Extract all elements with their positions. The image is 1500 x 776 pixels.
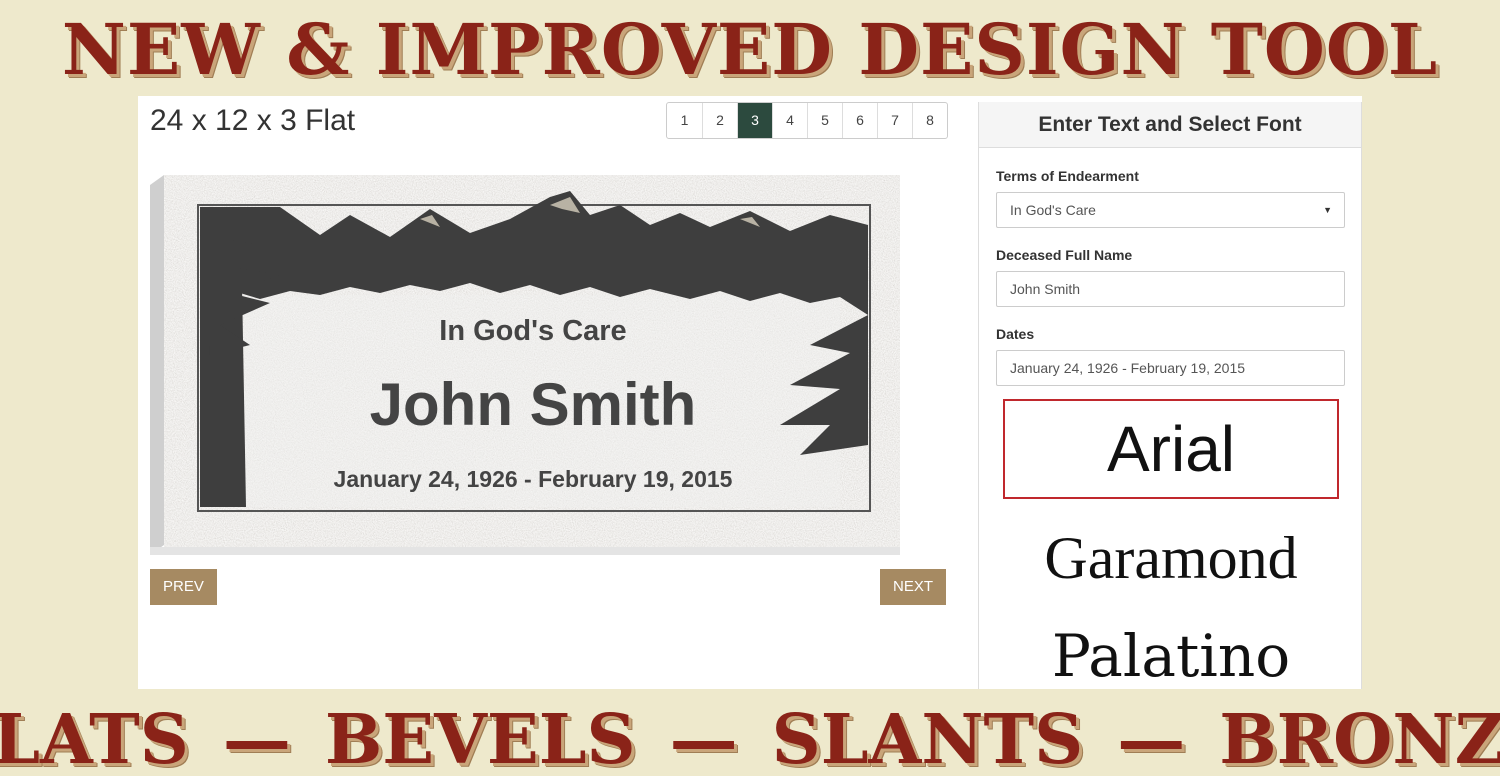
prev-button[interactable]: PREV — [150, 569, 217, 605]
category-divider: — — [222, 700, 291, 776]
text-font-panel: Enter Text and Select Font Terms of Ende… — [978, 102, 1362, 689]
stone-line-1: In God's Care — [439, 315, 626, 347]
font-option-arial[interactable]: Arial — [1003, 399, 1339, 499]
name-input[interactable]: John Smith — [996, 271, 1345, 307]
category-bevels: BEVELS — [324, 700, 636, 776]
terms-select[interactable]: In God's Care ▼ — [996, 192, 1345, 228]
category-slants: SLANTS — [771, 700, 1084, 776]
page-5-button[interactable]: 5 — [807, 103, 842, 138]
promo-banner-title: NEW & IMPROVED DESIGN TOOL — [61, 8, 1439, 91]
headstone-preview: In God's Care John Smith January 24, 192… — [150, 175, 900, 555]
page-3-button[interactable]: 3 — [737, 103, 772, 138]
page-4-button[interactable]: 4 — [772, 103, 807, 138]
terms-label: Terms of Endearment — [996, 168, 1139, 184]
step-pager: 1 2 3 4 5 6 7 8 — [666, 102, 948, 139]
category-divider: — — [1117, 700, 1186, 776]
dates-input[interactable]: January 24, 1926 - February 19, 2015 — [996, 350, 1345, 386]
product-title: 24 x 12 x 3 Flat — [150, 104, 356, 137]
stone-line-2: John Smith — [370, 371, 697, 438]
page-8-button[interactable]: 8 — [912, 103, 947, 138]
terms-select-value: In God's Care — [1010, 202, 1096, 218]
category-divider: — — [669, 700, 738, 776]
stone-line-3: January 24, 1926 - February 19, 2015 — [334, 466, 733, 492]
category-flats: FLATS — [0, 700, 189, 776]
name-label: Deceased Full Name — [996, 247, 1133, 263]
design-tool: 24 x 12 x 3 Flat 1 2 3 4 5 6 7 8 In God'… — [138, 96, 1362, 689]
page-1-button[interactable]: 1 — [667, 103, 702, 138]
stone-bottom-edge — [150, 547, 900, 555]
page-2-button[interactable]: 2 — [702, 103, 737, 138]
dates-label: Dates — [996, 326, 1035, 342]
next-button[interactable]: NEXT — [880, 569, 947, 605]
caret-down-icon: ▼ — [1323, 205, 1332, 215]
panel-heading: Enter Text and Select Font — [979, 102, 1361, 148]
font-option-palatino[interactable]: Palatino — [1003, 614, 1339, 689]
font-option-garamond[interactable]: Garamond — [1003, 516, 1339, 600]
stone-side-face — [150, 175, 164, 555]
page-6-button[interactable]: 6 — [842, 103, 877, 138]
page-7-button[interactable]: 7 — [877, 103, 912, 138]
category-bronze: BRONZE — [1219, 700, 1500, 776]
promo-banner-categories: FLATS — BEVELS — SLANTS — BRONZE — [0, 700, 1500, 776]
